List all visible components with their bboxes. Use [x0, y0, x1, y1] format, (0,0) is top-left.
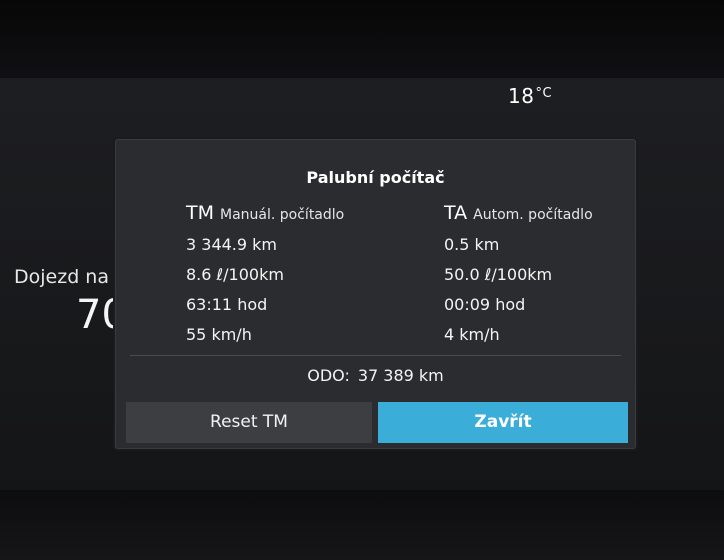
ta-label: Autom. počítadlo [473, 207, 593, 223]
range-label: Dojezd na p [14, 266, 128, 288]
reset-tm-button[interactable]: Reset TM [126, 402, 372, 443]
temperature-value: 18 [508, 84, 535, 108]
outside-temperature: 18°C [508, 84, 552, 108]
tm-header: TM Manuál. počítadlo [186, 202, 426, 230]
ta-abbr: TA [444, 202, 468, 224]
trip-computer-dialog: Palubní počítač TM Manuál. počítadlo 3 34… [115, 139, 636, 449]
dialog-title: Palubní počítač [306, 168, 445, 187]
ta-time: 00:09 hod [444, 295, 526, 314]
tm-speed: 55 km/h [186, 325, 252, 344]
ta-column: TA Autom. počítadlo 0.5 km 50.0 ℓ/100km 0… [444, 202, 635, 350]
tm-consumption: 8.6 ℓ/100km [186, 265, 284, 284]
tm-label: Manuál. počítadlo [220, 207, 345, 223]
tm-distance: 3 344.9 km [186, 235, 278, 254]
ta-consumption: 50.0 ℓ/100km [444, 265, 553, 284]
temperature-unit: °C [535, 86, 553, 101]
ta-header: TA Autom. počítadlo [444, 202, 635, 230]
tm-time: 63:11 hod [186, 295, 268, 314]
tm-column: TM Manuál. počítadlo 3 344.9 km 8.6 ℓ/100… [186, 202, 426, 350]
ta-distance: 0.5 km [444, 235, 500, 254]
odo-label: ODO: [307, 366, 350, 385]
screen: 18°C Dojezd na p 70 Palubní počítač TM Ma… [0, 0, 724, 560]
divider [130, 355, 621, 356]
odo-value: 37 389 km [357, 366, 444, 385]
ta-speed: 4 km/h [444, 325, 500, 344]
close-button[interactable]: Zavřít [378, 402, 628, 443]
odometer: ODO: 37 389 km [116, 366, 635, 385]
bezel-bottom [0, 490, 724, 560]
bezel-top [0, 0, 724, 78]
tm-abbr: TM [186, 202, 214, 224]
